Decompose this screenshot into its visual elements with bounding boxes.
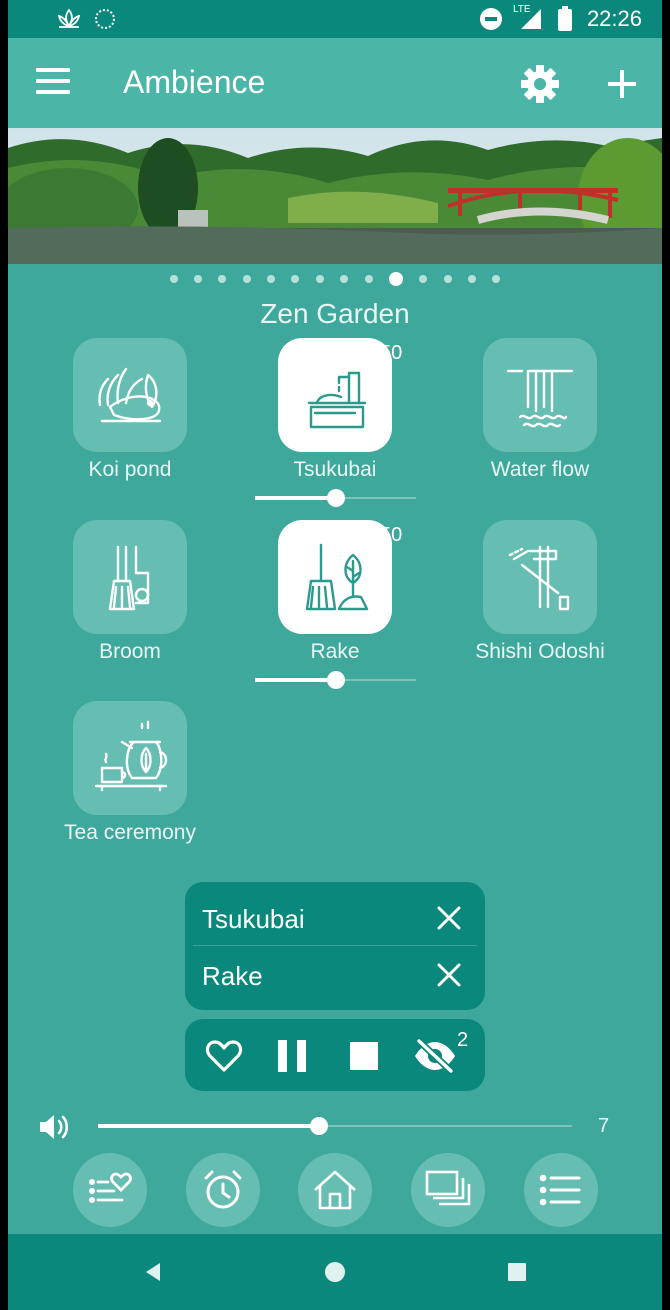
carousel-dot[interactable] bbox=[242, 275, 251, 283]
now-playing-item: Tsukubai bbox=[185, 890, 485, 946]
carousel-page-indicator[interactable] bbox=[8, 270, 662, 288]
recents-square-icon[interactable] bbox=[504, 1259, 530, 1285]
close-icon[interactable] bbox=[435, 961, 463, 989]
sync-progress-icon bbox=[95, 9, 115, 29]
nav-scenes-button[interactable] bbox=[411, 1153, 485, 1227]
sound-label: Rake bbox=[310, 640, 360, 663]
favorites-list-icon bbox=[89, 1172, 132, 1203]
alarm-clock-icon bbox=[204, 1170, 242, 1209]
sound-label: Tsukubai bbox=[293, 458, 377, 481]
lotus-icon bbox=[57, 8, 81, 28]
carousel-dot[interactable] bbox=[218, 275, 227, 283]
nav-favorites-button[interactable] bbox=[73, 1153, 147, 1227]
water-flow-icon bbox=[506, 369, 574, 428]
app-window: LTE 22:26 Ambience Zen Garden Koi pond 5… bbox=[8, 0, 662, 1310]
tsukubai-volume-slider[interactable] bbox=[255, 488, 416, 508]
now-playing-name: Rake bbox=[202, 961, 263, 991]
signal-indicator: LTE bbox=[513, 4, 543, 31]
sound-tile[interactable] bbox=[483, 520, 597, 634]
add-icon[interactable] bbox=[602, 64, 642, 104]
stop-icon[interactable] bbox=[345, 1037, 383, 1075]
hidden-count-badge: 2 bbox=[457, 1029, 469, 1051]
sound-tile[interactable] bbox=[73, 701, 187, 815]
carousel-dot[interactable] bbox=[468, 275, 477, 283]
settings-gear-icon[interactable] bbox=[518, 62, 562, 106]
carousel-dot[interactable] bbox=[291, 275, 300, 283]
tea-ceremony-icon bbox=[94, 720, 168, 792]
nav-home-button[interactable] bbox=[298, 1153, 372, 1227]
carousel-dot[interactable] bbox=[419, 275, 428, 283]
sound-label: Broom bbox=[99, 640, 161, 663]
speaker-volume-icon[interactable] bbox=[38, 1112, 72, 1142]
carousel-dot-active[interactable] bbox=[388, 272, 403, 286]
sound-label: Shishi Odoshi bbox=[475, 640, 605, 663]
favorite-heart-icon[interactable] bbox=[205, 1037, 243, 1075]
sound-tile[interactable] bbox=[278, 520, 392, 634]
sound-tsukubai[interactable]: 50 Tsukubai bbox=[230, 338, 440, 482]
list-icon bbox=[539, 1174, 581, 1206]
now-playing-item: Rake bbox=[185, 947, 485, 1003]
carousel-dot[interactable] bbox=[364, 275, 373, 283]
slider-thumb[interactable] bbox=[326, 671, 345, 689]
koi-pond-icon bbox=[98, 367, 162, 423]
sound-label: Koi pond bbox=[88, 458, 172, 481]
sound-label: Water flow bbox=[490, 458, 590, 481]
divider bbox=[193, 945, 477, 946]
carousel-dot[interactable] bbox=[443, 275, 452, 283]
master-volume-slider[interactable] bbox=[98, 1116, 572, 1136]
do-not-disturb-icon bbox=[479, 8, 502, 30]
playback-controls: 2 bbox=[185, 1019, 485, 1091]
scene-banner-image[interactable] bbox=[8, 128, 662, 264]
clock-time: 22:26 bbox=[586, 6, 642, 31]
app-bar: Ambience bbox=[8, 38, 662, 128]
scene-title: Zen Garden bbox=[260, 298, 410, 329]
now-playing-list: Tsukubai Rake bbox=[185, 882, 485, 1010]
close-icon[interactable] bbox=[435, 904, 463, 932]
sound-rake[interactable]: 50 Rake bbox=[230, 520, 440, 664]
nav-list-button[interactable] bbox=[524, 1153, 598, 1227]
back-icon[interactable] bbox=[140, 1259, 166, 1285]
carousel-dot[interactable] bbox=[492, 275, 501, 283]
now-playing-name: Tsukubai bbox=[202, 904, 305, 934]
carousel-dot[interactable] bbox=[267, 275, 276, 283]
sound-tea-ceremony[interactable]: Tea ceremony bbox=[25, 701, 235, 845]
sound-shishi-odoshi[interactable]: Shishi Odoshi bbox=[435, 520, 645, 664]
sound-label: Tea ceremony bbox=[64, 821, 196, 844]
tsukubai-icon bbox=[307, 371, 367, 429]
slider-thumb[interactable] bbox=[309, 1117, 328, 1135]
broom-icon bbox=[108, 545, 150, 611]
system-navigation-bar bbox=[8, 1234, 662, 1310]
sound-tile[interactable] bbox=[73, 338, 187, 452]
nav-alarm-button[interactable] bbox=[186, 1153, 260, 1227]
carousel-dot[interactable] bbox=[193, 275, 202, 283]
carousel-dot[interactable] bbox=[169, 275, 178, 283]
carousel-dot[interactable] bbox=[315, 275, 324, 283]
sound-water-flow[interactable]: Water flow bbox=[435, 338, 645, 482]
master-volume-value: 7 bbox=[598, 1115, 610, 1137]
rake-icon bbox=[305, 543, 369, 611]
status-bar: LTE 22:26 bbox=[8, 0, 662, 38]
slider-thumb[interactable] bbox=[326, 489, 345, 507]
sound-broom[interactable]: Broom bbox=[25, 520, 235, 664]
sound-tile[interactable] bbox=[278, 338, 392, 452]
menu-icon[interactable] bbox=[36, 68, 70, 96]
sound-volume-value: 50 bbox=[380, 524, 403, 546]
pause-icon[interactable] bbox=[273, 1037, 311, 1075]
home-icon bbox=[314, 1170, 356, 1210]
scenes-layers-icon bbox=[425, 1170, 471, 1206]
carousel-dot[interactable] bbox=[340, 275, 349, 283]
sound-tile[interactable] bbox=[73, 520, 187, 634]
battery-icon bbox=[557, 6, 572, 31]
hidden-visibility-off-icon[interactable] bbox=[413, 1037, 457, 1075]
network-type-label: LTE bbox=[512, 4, 531, 15]
home-circle-icon[interactable] bbox=[322, 1259, 348, 1285]
master-volume: 7 bbox=[38, 1110, 648, 1144]
shishi-odoshi-icon bbox=[508, 545, 570, 611]
sound-tile[interactable] bbox=[483, 338, 597, 452]
sound-koi-pond[interactable]: Koi pond bbox=[25, 338, 235, 482]
sound-volume-value: 50 bbox=[380, 342, 403, 364]
app-title: Ambience bbox=[123, 64, 266, 100]
rake-volume-slider[interactable] bbox=[255, 670, 416, 690]
